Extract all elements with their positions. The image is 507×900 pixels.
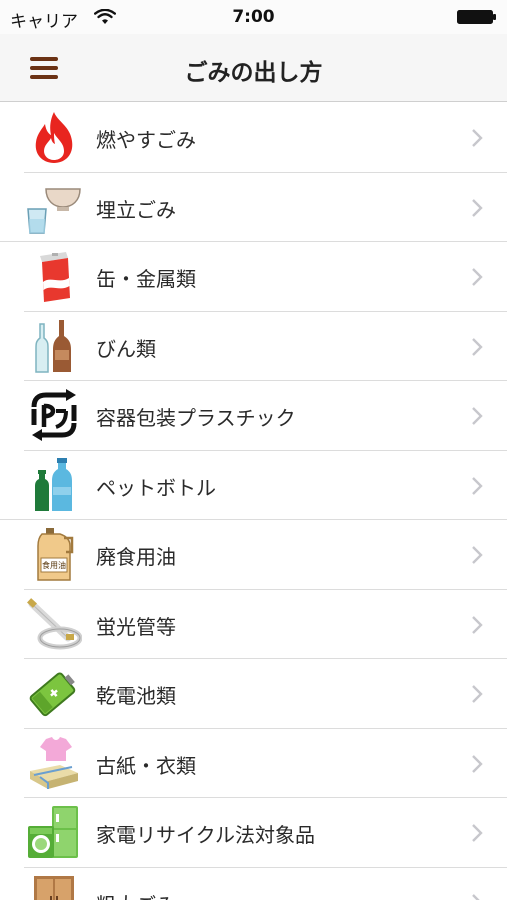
chevron-right-icon xyxy=(472,546,483,564)
list-item-plastic-packaging[interactable]: 容器包装プラスチック xyxy=(24,381,507,451)
status-time: 7:00 xyxy=(232,7,275,27)
status-bar: キャリア 7:00 xyxy=(0,0,507,34)
list-item-burnable[interactable]: 燃やすごみ xyxy=(24,103,507,173)
paper-clothes-icon xyxy=(30,736,78,789)
appliance-icon xyxy=(28,806,78,858)
list-item-label: びん類 xyxy=(96,336,156,361)
chevron-right-icon xyxy=(472,129,483,147)
bottles-icon xyxy=(35,319,71,373)
list-item-oversized[interactable]: 粗大ごみ xyxy=(24,868,507,900)
list-item-label: 容器包装プラスチック xyxy=(96,406,296,430)
list-item-label: 廃食用油 xyxy=(96,545,176,569)
chevron-right-icon xyxy=(472,337,483,356)
list-item-used-cooking-oil[interactable]: 食用油 廃食用油 xyxy=(24,520,507,590)
oil-jug-label-text: 食用油 xyxy=(42,560,66,570)
battery-icon xyxy=(29,672,76,717)
chevron-right-icon xyxy=(472,407,483,425)
can-icon xyxy=(40,252,70,302)
list-item-dry-batteries[interactable]: 乾電池類 xyxy=(24,659,507,729)
chevron-right-icon xyxy=(472,198,483,217)
page-title: ごみの出し方 xyxy=(184,60,323,86)
navigation-bar: ごみの出し方 xyxy=(0,34,507,102)
list-item-label: 埋立ごみ xyxy=(96,197,176,222)
chevron-right-icon xyxy=(472,754,483,773)
list-item-paper-clothes[interactable]: 古紙・衣類 xyxy=(24,729,507,798)
garbage-category-list: 燃やすごみ 埋立ごみ 缶・金属類 びん類 容器包装プラスチック ペットボトル 食… xyxy=(0,103,507,900)
list-item-landfill[interactable]: 埋立ごみ xyxy=(0,173,507,242)
chevron-right-icon xyxy=(472,615,483,634)
list-item-label: 燃やすごみ xyxy=(96,128,196,152)
chevron-right-icon xyxy=(472,268,483,286)
flame-icon xyxy=(35,112,73,163)
fluorescent-tube-icon xyxy=(27,597,82,649)
list-item-label: ペットボトル xyxy=(96,475,216,500)
chevron-right-icon xyxy=(472,893,481,900)
chevron-right-icon xyxy=(472,476,483,495)
plastic-recycle-icon xyxy=(31,389,77,441)
pet-bottle-icon xyxy=(35,457,72,511)
list-item-label: 乾電池類 xyxy=(96,684,176,708)
furniture-icon xyxy=(34,875,74,900)
list-item-label: 古紙・衣類 xyxy=(96,753,196,778)
list-item-pet-bottles[interactable]: ペットボトル xyxy=(0,451,507,520)
oil-jug-icon: 食用油 xyxy=(37,528,74,581)
list-item-cans-metal[interactable]: 缶・金属類 xyxy=(24,242,507,312)
list-item-bottles[interactable]: びん類 xyxy=(24,312,507,381)
ceramic-bowl-glass-icon xyxy=(27,187,81,234)
list-item-fluorescent-tubes[interactable]: 蛍光管等 xyxy=(24,590,507,659)
list-item-label: 粗大ごみ xyxy=(96,889,176,900)
list-item-label: 家電リサイクル法対象品 xyxy=(96,823,315,847)
list-item-label: 蛍光管等 xyxy=(96,614,176,639)
list-item-label: 缶・金属類 xyxy=(96,267,196,291)
chevron-right-icon xyxy=(472,685,483,703)
list-item-home-appliance-recycling[interactable]: 家電リサイクル法対象品 xyxy=(24,798,507,868)
chevron-right-icon xyxy=(472,824,483,842)
battery-status-icon xyxy=(457,10,496,24)
